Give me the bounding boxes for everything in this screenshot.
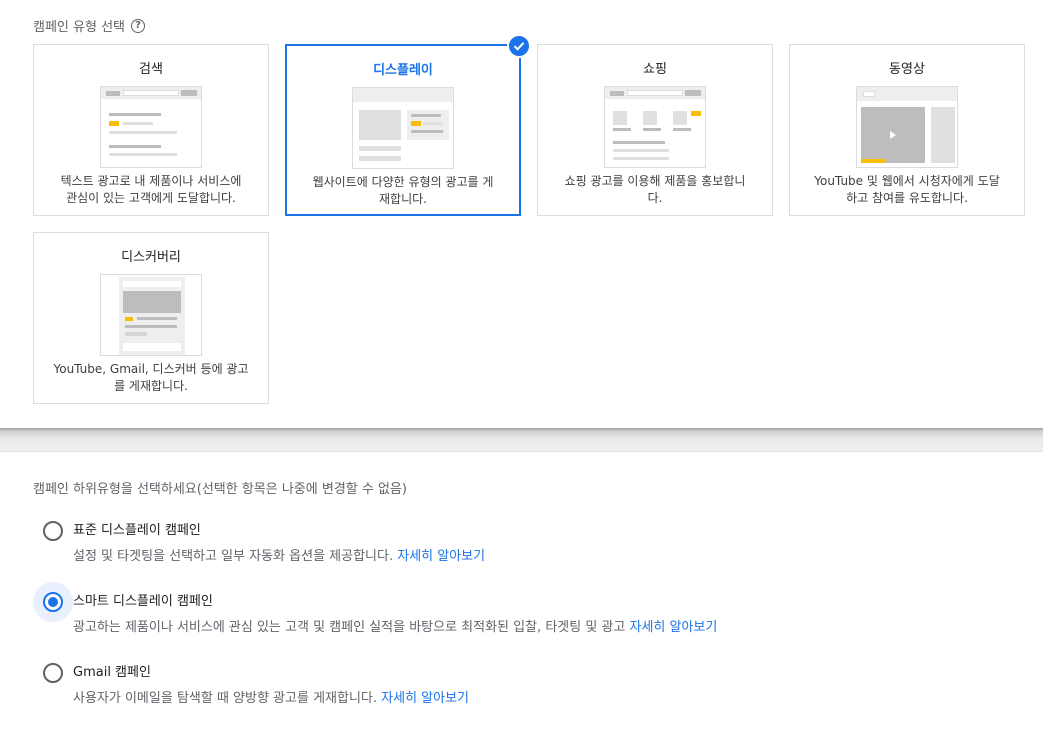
campaign-card-video[interactable]: 동영상 YouTube 및 웹에서 시청자에게 도달 하고 참여를 유도합니다. xyxy=(789,44,1025,216)
campaign-type-title: 캠페인 유형 선택 xyxy=(33,20,125,35)
radio-unchecked-icon xyxy=(43,521,63,541)
card-description: 쇼핑 광고를 이용해 제품을 홍보합니 다. xyxy=(546,173,764,207)
learn-more-link[interactable]: 자세히 알아보기 xyxy=(381,691,469,706)
option-desc-text: 설정 및 타겟팅을 선택하고 일부 자동화 옵션을 제공합니다. xyxy=(73,549,394,564)
card-desc-line: 텍스트 광고로 내 제품이나 서비스에 xyxy=(60,174,242,188)
card-desc-line: 관심이 있는 고객에게 도달합니다. xyxy=(66,191,236,205)
card-description: 텍스트 광고로 내 제품이나 서비스에 관심이 있는 고객에게 도달합니다. xyxy=(42,173,260,207)
card-title: 쇼핑 xyxy=(643,62,667,77)
campaign-card-discovery[interactable]: 디스커버리 YouTube, Gmail, 디스커버 등에 광고 를 게재합니다… xyxy=(33,232,269,404)
video-thumbnail-icon xyxy=(856,86,958,168)
radio-checked-icon xyxy=(43,592,63,612)
card-desc-line: 재합니다. xyxy=(379,192,427,206)
option-desc-text: 사용자가 이메일을 탐색할 때 양방향 광고를 게재합니다. xyxy=(73,691,378,706)
option-desc-text: 광고하는 제품이나 서비스에 관심 있는 고객 및 캠페인 실적을 바탕으로 최… xyxy=(73,620,626,635)
option-description: 광고하는 제품이나 서비스에 관심 있는 고객 및 캠페인 실적을 바탕으로 최… xyxy=(73,616,717,635)
subtype-option-smart-display[interactable]: 스마트 디스플레이 캠페인 광고하는 제품이나 서비스에 관심 있는 고객 및 … xyxy=(33,582,933,644)
help-circle-icon[interactable]: ? xyxy=(131,18,145,33)
card-desc-line: YouTube 및 웹에서 시청자에게 도달 xyxy=(814,174,1000,188)
radio-button[interactable] xyxy=(33,511,73,551)
card-description: YouTube 및 웹에서 시청자에게 도달 하고 참여를 유도합니다. xyxy=(798,173,1016,207)
radio-unchecked-icon xyxy=(43,663,63,683)
card-description: YouTube, Gmail, 디스커버 등에 광고 를 게재합니다. xyxy=(42,361,260,395)
card-desc-line: 쇼핑 광고를 이용해 제품을 홍보합니 xyxy=(564,174,746,188)
option-description: 설정 및 타겟팅을 선택하고 일부 자동화 옵션을 제공합니다. 자세히 알아보… xyxy=(73,545,485,564)
subtype-option-gmail[interactable]: Gmail 캠페인 사용자가 이메일을 탐색할 때 양방향 광고를 게재합니다.… xyxy=(33,655,933,715)
radio-button[interactable] xyxy=(33,653,73,693)
radio-button[interactable] xyxy=(33,582,73,622)
discovery-thumbnail-icon xyxy=(100,274,202,356)
option-label: 표준 디스플레이 캠페인 xyxy=(73,523,201,538)
card-desc-line: YouTube, Gmail, 디스커버 등에 광고 xyxy=(53,362,249,376)
campaign-type-heading: 캠페인 유형 선택 ? xyxy=(33,16,145,35)
shopping-thumbnail-icon xyxy=(604,86,706,168)
card-title: 디스커버리 xyxy=(121,250,181,265)
subtype-heading: 캠페인 하위유형을 선택하세요(선택한 항목은 나중에 변경할 수 없음) xyxy=(33,482,407,497)
campaign-card-display[interactable]: 디스플레이 웹사이트에 다양한 유형의 광고를 게 재합니다. xyxy=(285,34,531,216)
option-label: 스마트 디스플레이 캠페인 xyxy=(73,594,213,609)
learn-more-link[interactable]: 자세히 알아보기 xyxy=(630,620,718,635)
card-title: 동영상 xyxy=(889,62,925,77)
card-desc-line: 웹사이트에 다양한 유형의 광고를 게 xyxy=(312,175,494,189)
learn-more-link[interactable]: 자세히 알아보기 xyxy=(397,549,485,564)
card-description: 웹사이트에 다양한 유형의 광고를 게 재합니다. xyxy=(295,174,511,208)
option-description: 사용자가 이메일을 탐색할 때 양방향 광고를 게재합니다. 자세히 알아보기 xyxy=(73,687,469,706)
card-title: 디스플레이 xyxy=(373,63,433,78)
subtype-option-standard[interactable]: 표준 디스플레이 캠페인 설정 및 타겟팅을 선택하고 일부 자동화 옵션을 제… xyxy=(33,513,933,573)
search-thumbnail-icon xyxy=(100,86,202,168)
checkmark-icon xyxy=(507,34,531,58)
card-title: 검색 xyxy=(139,62,163,77)
card-desc-line: 하고 참여를 유도합니다. xyxy=(846,191,968,205)
display-thumbnail-icon xyxy=(352,87,454,169)
option-label: Gmail 캠페인 xyxy=(73,665,151,680)
card-desc-line: 다. xyxy=(647,191,663,205)
campaign-card-search[interactable]: 검색 텍스트 광고로 내 제품이나 서비스에 관심이 있는 고객에게 도달합니다… xyxy=(33,44,269,216)
card-desc-line: 를 게재합니다. xyxy=(114,379,188,393)
campaign-card-shopping[interactable]: 쇼핑 쇼핑 광고를 이용해 제품을 홍보합니 다. xyxy=(537,44,773,216)
section-divider xyxy=(0,428,1043,452)
